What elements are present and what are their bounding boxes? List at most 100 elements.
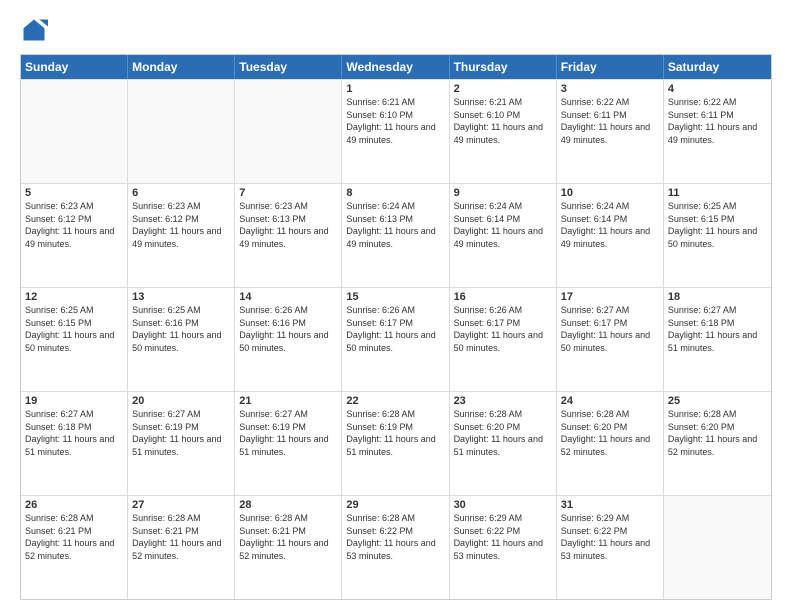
day-number: 20 bbox=[132, 395, 230, 407]
calendar-header-row: SundayMondayTuesdayWednesdayThursdayFrid… bbox=[21, 55, 771, 79]
day-info: Sunrise: 6:27 AM Sunset: 6:19 PM Dayligh… bbox=[239, 408, 337, 458]
col-header-thursday: Thursday bbox=[450, 55, 557, 79]
day-cell-21: 21Sunrise: 6:27 AM Sunset: 6:19 PM Dayli… bbox=[235, 392, 342, 495]
calendar-week-5: 26Sunrise: 6:28 AM Sunset: 6:21 PM Dayli… bbox=[21, 495, 771, 599]
calendar-week-2: 5Sunrise: 6:23 AM Sunset: 6:12 PM Daylig… bbox=[21, 183, 771, 287]
day-info: Sunrise: 6:24 AM Sunset: 6:14 PM Dayligh… bbox=[454, 200, 552, 250]
day-info: Sunrise: 6:28 AM Sunset: 6:22 PM Dayligh… bbox=[346, 512, 444, 562]
day-cell-24: 24Sunrise: 6:28 AM Sunset: 6:20 PM Dayli… bbox=[557, 392, 664, 495]
day-info: Sunrise: 6:24 AM Sunset: 6:13 PM Dayligh… bbox=[346, 200, 444, 250]
day-info: Sunrise: 6:28 AM Sunset: 6:20 PM Dayligh… bbox=[668, 408, 767, 458]
header bbox=[20, 16, 772, 44]
day-number: 15 bbox=[346, 291, 444, 303]
day-cell-25: 25Sunrise: 6:28 AM Sunset: 6:20 PM Dayli… bbox=[664, 392, 771, 495]
day-cell-5: 5Sunrise: 6:23 AM Sunset: 6:12 PM Daylig… bbox=[21, 184, 128, 287]
col-header-friday: Friday bbox=[557, 55, 664, 79]
day-info: Sunrise: 6:28 AM Sunset: 6:20 PM Dayligh… bbox=[561, 408, 659, 458]
day-info: Sunrise: 6:29 AM Sunset: 6:22 PM Dayligh… bbox=[454, 512, 552, 562]
col-header-saturday: Saturday bbox=[664, 55, 771, 79]
day-number: 1 bbox=[346, 83, 444, 95]
logo bbox=[20, 16, 52, 44]
day-number: 24 bbox=[561, 395, 659, 407]
day-info: Sunrise: 6:21 AM Sunset: 6:10 PM Dayligh… bbox=[454, 96, 552, 146]
day-number: 26 bbox=[25, 499, 123, 511]
day-number: 30 bbox=[454, 499, 552, 511]
day-info: Sunrise: 6:26 AM Sunset: 6:17 PM Dayligh… bbox=[454, 304, 552, 354]
day-info: Sunrise: 6:28 AM Sunset: 6:21 PM Dayligh… bbox=[25, 512, 123, 562]
day-number: 27 bbox=[132, 499, 230, 511]
day-info: Sunrise: 6:26 AM Sunset: 6:17 PM Dayligh… bbox=[346, 304, 444, 354]
day-info: Sunrise: 6:28 AM Sunset: 6:21 PM Dayligh… bbox=[239, 512, 337, 562]
day-number: 28 bbox=[239, 499, 337, 511]
day-number: 6 bbox=[132, 187, 230, 199]
day-info: Sunrise: 6:29 AM Sunset: 6:22 PM Dayligh… bbox=[561, 512, 659, 562]
day-number: 16 bbox=[454, 291, 552, 303]
day-number: 5 bbox=[25, 187, 123, 199]
day-number: 23 bbox=[454, 395, 552, 407]
day-cell-empty bbox=[235, 80, 342, 183]
day-info: Sunrise: 6:23 AM Sunset: 6:12 PM Dayligh… bbox=[25, 200, 123, 250]
day-info: Sunrise: 6:23 AM Sunset: 6:12 PM Dayligh… bbox=[132, 200, 230, 250]
day-cell-8: 8Sunrise: 6:24 AM Sunset: 6:13 PM Daylig… bbox=[342, 184, 449, 287]
day-info: Sunrise: 6:28 AM Sunset: 6:19 PM Dayligh… bbox=[346, 408, 444, 458]
calendar: SundayMondayTuesdayWednesdayThursdayFrid… bbox=[20, 54, 772, 600]
day-cell-13: 13Sunrise: 6:25 AM Sunset: 6:16 PM Dayli… bbox=[128, 288, 235, 391]
day-info: Sunrise: 6:28 AM Sunset: 6:20 PM Dayligh… bbox=[454, 408, 552, 458]
day-number: 25 bbox=[668, 395, 767, 407]
day-number: 8 bbox=[346, 187, 444, 199]
day-cell-28: 28Sunrise: 6:28 AM Sunset: 6:21 PM Dayli… bbox=[235, 496, 342, 599]
day-cell-11: 11Sunrise: 6:25 AM Sunset: 6:15 PM Dayli… bbox=[664, 184, 771, 287]
day-number: 9 bbox=[454, 187, 552, 199]
day-cell-14: 14Sunrise: 6:26 AM Sunset: 6:16 PM Dayli… bbox=[235, 288, 342, 391]
day-cell-19: 19Sunrise: 6:27 AM Sunset: 6:18 PM Dayli… bbox=[21, 392, 128, 495]
day-number: 2 bbox=[454, 83, 552, 95]
day-cell-23: 23Sunrise: 6:28 AM Sunset: 6:20 PM Dayli… bbox=[450, 392, 557, 495]
day-cell-2: 2Sunrise: 6:21 AM Sunset: 6:10 PM Daylig… bbox=[450, 80, 557, 183]
day-cell-empty bbox=[664, 496, 771, 599]
day-info: Sunrise: 6:27 AM Sunset: 6:18 PM Dayligh… bbox=[25, 408, 123, 458]
day-info: Sunrise: 6:27 AM Sunset: 6:17 PM Dayligh… bbox=[561, 304, 659, 354]
day-cell-30: 30Sunrise: 6:29 AM Sunset: 6:22 PM Dayli… bbox=[450, 496, 557, 599]
day-number: 14 bbox=[239, 291, 337, 303]
day-number: 13 bbox=[132, 291, 230, 303]
day-cell-18: 18Sunrise: 6:27 AM Sunset: 6:18 PM Dayli… bbox=[664, 288, 771, 391]
day-cell-6: 6Sunrise: 6:23 AM Sunset: 6:12 PM Daylig… bbox=[128, 184, 235, 287]
day-cell-9: 9Sunrise: 6:24 AM Sunset: 6:14 PM Daylig… bbox=[450, 184, 557, 287]
day-cell-20: 20Sunrise: 6:27 AM Sunset: 6:19 PM Dayli… bbox=[128, 392, 235, 495]
day-cell-7: 7Sunrise: 6:23 AM Sunset: 6:13 PM Daylig… bbox=[235, 184, 342, 287]
day-cell-27: 27Sunrise: 6:28 AM Sunset: 6:21 PM Dayli… bbox=[128, 496, 235, 599]
day-cell-1: 1Sunrise: 6:21 AM Sunset: 6:10 PM Daylig… bbox=[342, 80, 449, 183]
day-cell-10: 10Sunrise: 6:24 AM Sunset: 6:14 PM Dayli… bbox=[557, 184, 664, 287]
logo-icon bbox=[20, 16, 48, 44]
day-cell-12: 12Sunrise: 6:25 AM Sunset: 6:15 PM Dayli… bbox=[21, 288, 128, 391]
day-number: 22 bbox=[346, 395, 444, 407]
day-number: 17 bbox=[561, 291, 659, 303]
day-cell-3: 3Sunrise: 6:22 AM Sunset: 6:11 PM Daylig… bbox=[557, 80, 664, 183]
day-info: Sunrise: 6:27 AM Sunset: 6:19 PM Dayligh… bbox=[132, 408, 230, 458]
day-number: 21 bbox=[239, 395, 337, 407]
day-cell-16: 16Sunrise: 6:26 AM Sunset: 6:17 PM Dayli… bbox=[450, 288, 557, 391]
day-info: Sunrise: 6:22 AM Sunset: 6:11 PM Dayligh… bbox=[668, 96, 767, 146]
day-info: Sunrise: 6:24 AM Sunset: 6:14 PM Dayligh… bbox=[561, 200, 659, 250]
day-cell-4: 4Sunrise: 6:22 AM Sunset: 6:11 PM Daylig… bbox=[664, 80, 771, 183]
day-info: Sunrise: 6:28 AM Sunset: 6:21 PM Dayligh… bbox=[132, 512, 230, 562]
col-header-tuesday: Tuesday bbox=[235, 55, 342, 79]
col-header-monday: Monday bbox=[128, 55, 235, 79]
day-cell-29: 29Sunrise: 6:28 AM Sunset: 6:22 PM Dayli… bbox=[342, 496, 449, 599]
calendar-week-3: 12Sunrise: 6:25 AM Sunset: 6:15 PM Dayli… bbox=[21, 287, 771, 391]
day-cell-15: 15Sunrise: 6:26 AM Sunset: 6:17 PM Dayli… bbox=[342, 288, 449, 391]
day-cell-31: 31Sunrise: 6:29 AM Sunset: 6:22 PM Dayli… bbox=[557, 496, 664, 599]
day-number: 19 bbox=[25, 395, 123, 407]
day-info: Sunrise: 6:22 AM Sunset: 6:11 PM Dayligh… bbox=[561, 96, 659, 146]
day-cell-26: 26Sunrise: 6:28 AM Sunset: 6:21 PM Dayli… bbox=[21, 496, 128, 599]
day-number: 29 bbox=[346, 499, 444, 511]
day-info: Sunrise: 6:25 AM Sunset: 6:16 PM Dayligh… bbox=[132, 304, 230, 354]
day-number: 3 bbox=[561, 83, 659, 95]
day-number: 18 bbox=[668, 291, 767, 303]
day-cell-22: 22Sunrise: 6:28 AM Sunset: 6:19 PM Dayli… bbox=[342, 392, 449, 495]
calendar-week-1: 1 Sunrise: 6:21 AM Sunset: 6:10 PM Daylig… bbox=[21, 79, 771, 183]
day-number: 11 bbox=[668, 187, 767, 199]
calendar-week-4: 19Sunrise: 6:27 AM Sunset: 6:18 PM Dayli… bbox=[21, 391, 771, 495]
day-number: 10 bbox=[561, 187, 659, 199]
day-info: Sunrise: 6:26 AM Sunset: 6:16 PM Dayligh… bbox=[239, 304, 337, 354]
